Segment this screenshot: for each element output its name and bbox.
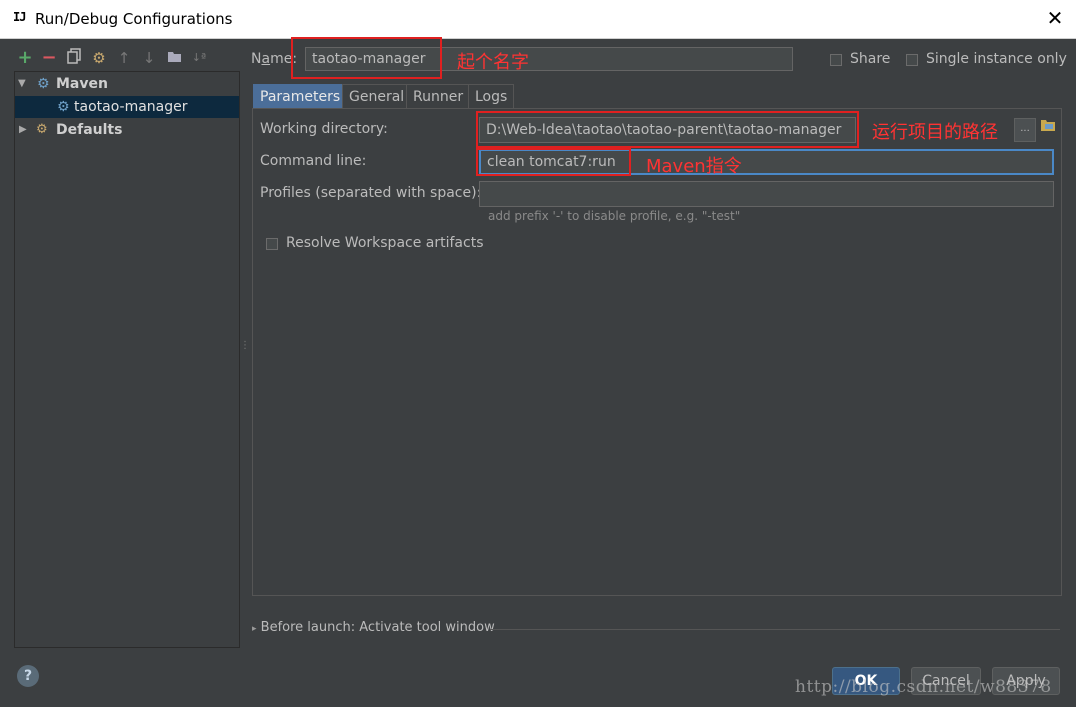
tab-runner[interactable]: Runner: [406, 84, 471, 108]
tree-item-label: Maven: [56, 76, 108, 92]
move-down-icon[interactable]: ↓: [140, 48, 158, 68]
command-line-label: Command line:: [260, 153, 367, 169]
move-up-icon[interactable]: ↑: [115, 48, 133, 68]
maven-gear-icon: ⚙: [57, 99, 70, 115]
annotation-name: 起个名字: [457, 52, 529, 73]
tab-general[interactable]: General: [342, 84, 412, 108]
before-launch-toggle[interactable]: ▸ Before launch: Activate tool window: [252, 620, 495, 635]
tab-logs[interactable]: Logs: [468, 84, 515, 108]
collapsed-arrow-icon[interactable]: ▶: [19, 119, 27, 141]
intellij-app-icon: IJ: [13, 10, 26, 24]
sort-icon[interactable]: ↓ª: [190, 48, 208, 68]
defaults-wrench-icon: ⚙: [36, 122, 48, 137]
window-title: Run/Debug Configurations: [35, 10, 233, 28]
annotation-working-directory: 运行项目的路径: [872, 122, 998, 143]
browse-button[interactable]: ...: [1014, 118, 1036, 142]
title-bar: IJ Run/Debug Configurations ✕: [0, 0, 1076, 39]
working-directory-label: Working directory:: [260, 121, 388, 137]
annotation-box-working-directory: [476, 111, 859, 148]
folder-icon[interactable]: [165, 48, 183, 68]
share-label: Share: [850, 51, 891, 67]
remove-icon[interactable]: −: [40, 48, 58, 68]
tree-item-maven[interactable]: ▼ ⚙ Maven: [15, 73, 239, 95]
configuration-tree: ▼ ⚙ Maven ⚙ taotao-manager ▶ ⚙ Defaults: [14, 71, 240, 648]
edit-defaults-icon[interactable]: ⚙: [90, 48, 108, 68]
before-launch-divider: [490, 629, 1060, 630]
before-launch-label: Before launch: Activate tool window: [260, 620, 495, 635]
splitter-handle[interactable]: ⋮: [240, 340, 250, 351]
tree-item-taotao-manager[interactable]: ⚙ taotao-manager: [15, 96, 239, 118]
single-instance-checkbox[interactable]: [906, 54, 918, 66]
resolve-workspace-label: Resolve Workspace artifacts: [286, 235, 484, 251]
annotation-command-line: Maven指令: [646, 156, 742, 177]
add-icon[interactable]: +: [16, 48, 34, 68]
tree-item-defaults[interactable]: ▶ ⚙ Defaults: [15, 119, 239, 141]
resolve-workspace-checkbox[interactable]: [266, 238, 278, 250]
tree-item-label: taotao-manager: [74, 99, 188, 115]
maven-gear-icon: ⚙: [37, 76, 50, 92]
profiles-label: Profiles (separated with space):: [260, 185, 482, 201]
tree-item-label: Defaults: [56, 122, 123, 138]
share-checkbox[interactable]: [830, 54, 842, 66]
copy-icon[interactable]: [65, 48, 83, 68]
annotation-box-name: [291, 37, 442, 79]
help-button[interactable]: ?: [17, 665, 39, 687]
annotation-box-command-line: [476, 148, 631, 176]
watermark-text: http://blog.csdn.net/w88378: [795, 677, 1052, 697]
open-folder-icon[interactable]: [1040, 118, 1056, 136]
profiles-hint: add prefix '-' to disable profile, e.g. …: [488, 209, 741, 223]
profiles-field[interactable]: [479, 181, 1054, 207]
close-icon[interactable]: ✕: [1044, 6, 1066, 30]
collapsed-arrow-icon: ▸: [252, 624, 257, 634]
expanded-arrow-icon[interactable]: ▼: [18, 73, 26, 95]
single-instance-label: Single instance only: [926, 51, 1067, 67]
tab-parameters[interactable]: Parameters: [253, 84, 348, 108]
